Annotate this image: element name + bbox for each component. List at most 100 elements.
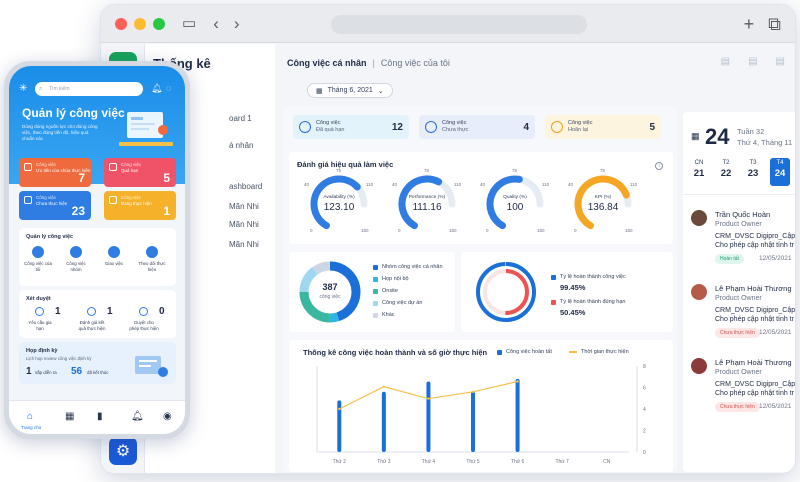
gauge-min: 0 [310,228,313,233]
sidebar-item[interactable]: Mãn Nhi [229,202,259,211]
manage-item[interactable]: Giao việc [99,246,129,267]
month-select[interactable]: ▦ Tháng 6, 2021 ⌄ [307,83,393,98]
close-window-button[interactable] [115,17,127,30]
phone-meeting-card[interactable]: Họp định kỳ Lịch họp review công việc đị… [19,342,176,384]
activity-item[interactable]: Lê Phạm Hoài Thương Product Owner CRM_DVSC… [683,282,795,352]
calendar-day-t4[interactable]: T4 24 [770,158,790,186]
phone-screen: ✳ ⌕ Tìm kiếm 🔔︎ ◌ Quản lý công việc Dùng… [9,66,185,434]
stat-label: Công việc [442,120,467,126]
clipboard-icon [24,163,32,171]
tab-personal-work[interactable]: Công việc cá nhân [287,58,367,68]
forward-icon[interactable]: › [234,15,240,32]
profile-icon[interactable]: ◉ [163,411,172,422]
clipboard-icon [109,163,117,171]
meeting-sub: Lịch họp review công việc định kỳ [26,356,92,361]
meeting-title: Họp định kỳ [26,348,58,354]
tab-my-work[interactable]: Công việc của tôi [381,58,450,68]
address-bar[interactable] [331,15,587,34]
bar [515,378,520,452]
approval-item[interactable]: Duyệt cho phép thực hiện [129,320,159,331]
manage-title: Quản lý công việc [26,234,74,240]
ring-legend-ontime: Tỷ lệ hoàn thành đúng hạn [551,299,625,305]
phone-tabbar: ⌂ Trang chủ ▦ ▮ 🔔︎ ◉ [9,400,185,434]
stat-postponed[interactable]: Công việc Hoãn lại 5 [545,115,661,139]
manage-item[interactable]: Theo dõi thực hiện [137,246,167,272]
manage-item[interactable]: Công việc nhóm [61,246,91,272]
phone-title: Quản lý công việc [22,106,125,120]
completion-rings [476,262,536,322]
home-icon[interactable]: ⌂ [27,411,33,422]
donut-center-value: 387 [322,282,338,292]
settings-gear-icon[interactable]: ⚙ [109,437,137,465]
header-actions: ▤ ▤ ▤ [721,56,785,67]
line-point [382,385,386,388]
phone-search-input[interactable]: ⌕ Tìm kiếm [35,82,143,96]
work-tile[interactable]: Công việc Quá hạn 5 [104,158,176,187]
legend-swatch [373,312,378,318]
calendar-day-cn[interactable]: CN 21 [689,160,709,179]
manage-item-label: Theo dõi thực hiện [138,261,166,272]
bell-tab-icon[interactable]: 🔔︎ [131,411,144,422]
minimize-window-button[interactable] [134,17,146,30]
sidebar-toggle-icon[interactable]: ▭ [182,16,196,31]
chat-icon[interactable]: ◌ [166,83,171,93]
approval-item[interactable]: Đánh giá kết quả thực hiện [77,320,107,331]
work-tile[interactable]: Công việc Đang thực hiện 1 [104,191,176,220]
sidebar-item[interactable]: oard 1 [229,114,252,123]
sidebar-item[interactable]: Mãn Nhi [229,240,259,249]
new-tab-icon[interactable]: + [744,14,755,35]
y-tick-label: 0 [643,450,646,456]
gauge-tick: 40 [568,182,574,187]
calendar-day-t3[interactable]: T3 23 [743,160,763,179]
gauge-tick: 40 [392,182,398,187]
print-icon[interactable]: ▤ [748,56,757,67]
x-tick-label: Thứ 4 [422,459,436,465]
legend-swatch [373,288,378,294]
chart-tab-icon[interactable]: ▮ [97,411,103,422]
day-number: 22 [720,168,732,179]
sidebar-item[interactable]: Mãn Nhi [229,220,259,229]
tabs-overview-icon[interactable]: ⧉ [768,14,781,35]
calendar-tab-icon[interactable]: ▦ [65,411,74,422]
meeting-illustration [135,356,168,377]
legend-swatch [373,300,378,306]
month-select-value: Tháng 6, 2021 [327,87,373,94]
activity-item[interactable]: Trần Quốc Hoàn Product Owner CRM_DVSC Digi… [683,208,795,278]
task-date: 12/05/2021 [759,403,792,410]
gauge-min: 0 [486,228,489,233]
donut-legend-item: Nhóm công việc cá nhân [373,264,443,270]
line-point [338,407,341,411]
legend-label: Onsite [382,288,398,294]
manage-item[interactable]: Công việc của tôi [23,246,53,272]
work-tile[interactable]: Công việc Ưu tiên của chúa thực hiện 7 [19,158,91,187]
gauge-tick: 110 [366,182,374,187]
share-icon[interactable]: ▤ [776,56,785,67]
meeting-upcoming-count: 1 [26,366,32,377]
bell-icon[interactable]: 🔔︎ [151,83,162,94]
export-icon[interactable]: ▤ [721,56,730,67]
tile-count: 5 [163,171,170,185]
people-icon [32,246,44,258]
performance-card: Đánh giá hiệu quả làm việc i Availabilit… [289,152,673,244]
weekly-chart: 8 6 4 2 0 Thứ 2 Thứ 3 Thứ 4 Thứ 5 Thứ 6 Thứ 7 CN [316,364,646,465]
back-icon[interactable]: ‹ [213,15,219,32]
line-point [471,390,475,393]
activity-item[interactable]: Lê Phạm Hoài Thương Product Owner CRM_DVSC… [683,356,795,426]
phone-manage-card: Quản lý công việc Công việc của tôi Công … [19,228,176,286]
maximize-window-button[interactable] [153,17,165,30]
stat-overdue[interactable]: Công việc Đã quá hạn 12 [293,115,409,139]
task-date: 12/05/2021 [759,255,792,262]
work-tile[interactable]: Công việc Chưa thực hiện 23 [19,191,91,220]
sidebar-item[interactable]: ashboard [229,182,262,191]
gauge-max: 150 [449,228,457,233]
approval-count: 1 [55,306,61,317]
app-logo-icon: ✳ [19,83,28,94]
y-tick-label: 2 [643,429,646,435]
stat-not-started[interactable]: Công việc Chưa thực 4 [419,115,535,139]
gauge-tick: 75 [336,168,342,173]
person-name: Lê Phạm Hoài Thương [715,358,792,367]
sidebar-item[interactable]: á nhân [229,141,253,150]
illustration-image [119,112,173,146]
approval-item[interactable]: Yêu cầu gia hạn [25,320,55,331]
calendar-day-t2[interactable]: T2 22 [716,160,736,179]
